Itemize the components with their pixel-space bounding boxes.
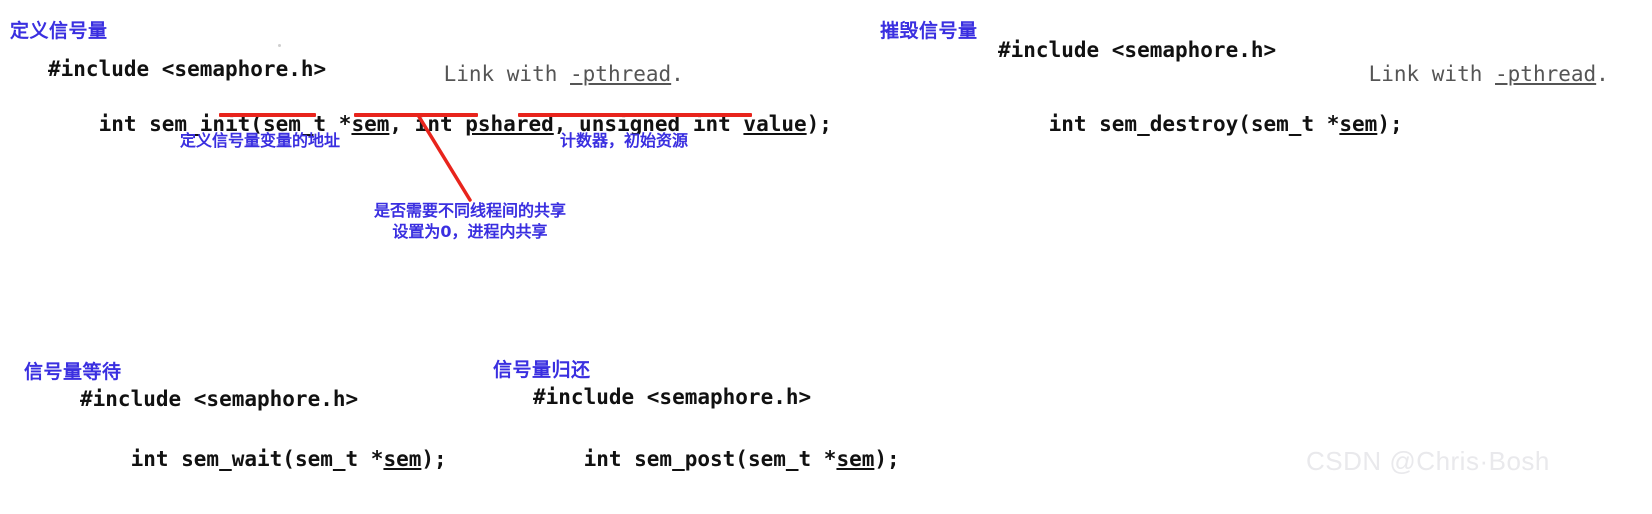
define-link-note-prefix: Link with <box>443 62 571 86</box>
slide-canvas: 定义信号量 #include <semaphore.h> Link with -… <box>0 0 1652 514</box>
post-sig-part4: ); <box>874 447 900 471</box>
wait-signature: int sem_wait(sem_t *sem); <box>80 423 447 495</box>
post-signature: int sem_post(sem_t *sem); <box>533 423 900 495</box>
destroy-link-note-period: . <box>1596 62 1609 86</box>
define-link-note-flag: -pthread <box>570 62 672 86</box>
section-label-destroy: 摧毁信号量 <box>880 20 978 42</box>
destroy-sig-arg-sem: sem <box>1339 112 1378 136</box>
destroy-link-note-flag: -pthread <box>1495 62 1597 86</box>
section-label-wait: 信号量等待 <box>24 361 122 383</box>
annotation-pshared: 是否需要不同线程间的共享 设置为0，进程内共享 <box>320 200 620 242</box>
section-label-define: 定义信号量 <box>10 20 108 42</box>
define-sig-arg-value: value <box>743 112 807 136</box>
wait-sig-part4: ); <box>421 447 447 471</box>
red-underline-sem <box>219 113 316 117</box>
define-link-note-period: . <box>671 62 684 86</box>
wait-include-line: #include <semaphore.h> <box>80 387 359 411</box>
define-include-line: #include <semaphore.h> <box>48 57 327 81</box>
destroy-sig-part4: ); <box>1377 112 1403 136</box>
red-underline-pshared <box>354 113 478 117</box>
annotation-sem-address: 定义信号量变量的地址 <box>180 131 341 150</box>
destroy-signature: int sem_destroy(sem_t *sem); <box>998 88 1403 160</box>
wait-sig-arg-sem: sem <box>383 447 422 471</box>
destroy-include-line: #include <semaphore.h> <box>998 38 1277 62</box>
post-sig-arg-sem: sem <box>836 447 875 471</box>
define-sig-part4: ); <box>806 112 832 136</box>
wait-sig-part1: int sem_wait(sem_t * <box>130 447 384 471</box>
csdn-watermark: CSDN @Chris·Bosh <box>1306 446 1550 476</box>
stray-dot <box>278 44 281 47</box>
destroy-link-note-prefix: Link with <box>1368 62 1496 86</box>
annotation-pshared-line1: 是否需要不同线程间的共享 <box>373 201 566 220</box>
post-sig-part1: int sem_post(sem_t * <box>583 447 837 471</box>
destroy-sig-part1: int sem_destroy(sem_t * <box>1048 112 1340 136</box>
post-include-line: #include <semaphore.h> <box>533 385 812 409</box>
red-underline-value <box>518 113 752 117</box>
section-label-post: 信号量归还 <box>493 359 591 381</box>
define-signature: int sem_init(sem_t *sem, int pshared, un… <box>48 88 832 160</box>
annotation-pshared-line2: 设置为0，进程内共享 <box>392 222 548 241</box>
annotation-value-counter: 计数器，初始资源 <box>560 131 689 150</box>
